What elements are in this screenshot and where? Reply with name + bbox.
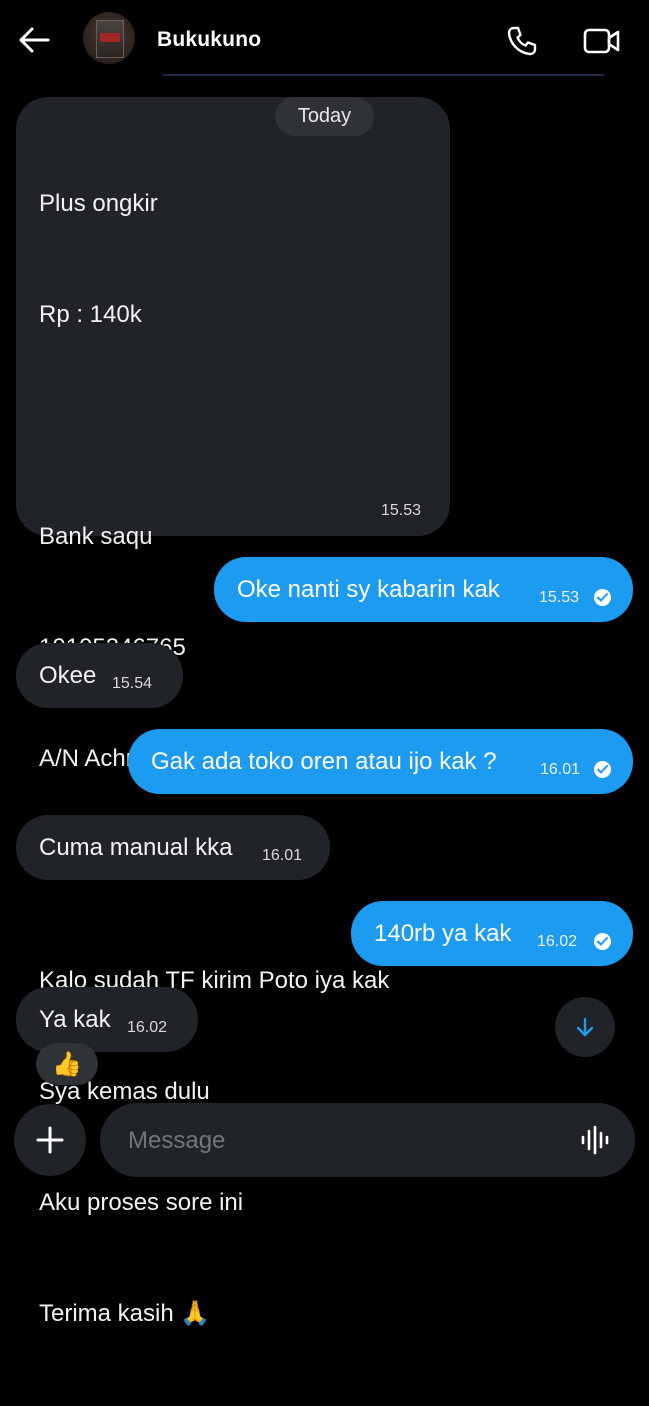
video-call-button[interactable] <box>580 22 624 60</box>
message-text: 140rb ya kak <box>374 920 512 947</box>
message-time: 16.01 <box>262 847 303 864</box>
scroll-to-bottom-button[interactable] <box>555 997 615 1057</box>
waveform-icon <box>581 1125 609 1155</box>
message-text: Oke nanti sy kabarin kak <box>237 576 500 603</box>
message-bubble-outgoing[interactable]: Oke nanti sy kabarin kak 15.53 <box>214 557 633 622</box>
read-check-icon <box>594 589 611 607</box>
message-text: Okee <box>39 662 97 689</box>
message-text: Gak ada toko oren atau ijo kak ? <box>151 748 497 775</box>
message-input[interactable] <box>126 1121 570 1161</box>
arrow-down-icon <box>576 1017 594 1037</box>
phone-icon <box>507 26 537 56</box>
message-bubble-incoming[interactable]: Cuma manual kka 16.01 <box>16 815 330 880</box>
contact-name[interactable]: Bukukuno <box>157 28 261 52</box>
read-check-icon <box>594 933 611 951</box>
message-bubble-incoming[interactable]: Okee 15.54 <box>16 643 183 708</box>
date-separator: Today <box>275 97 374 136</box>
message-time: 16.02 <box>127 1019 168 1036</box>
message-time: 16.01 <box>540 761 581 778</box>
message-time: 15.53 <box>539 589 580 606</box>
avatar[interactable] <box>83 12 135 64</box>
plus-icon <box>36 1126 64 1154</box>
back-button[interactable] <box>14 22 54 58</box>
message-time: 15.53 <box>381 502 422 519</box>
message-text: Ya kak <box>39 1006 111 1033</box>
chat-header: Bukukuno <box>0 0 649 78</box>
message-time: 16.02 <box>537 933 578 950</box>
message-bubble-outgoing[interactable]: Gak ada toko oren atau ijo kak ? 16.01 <box>128 729 633 794</box>
voice-message-button[interactable] <box>576 1120 616 1160</box>
call-button[interactable] <box>502 22 542 60</box>
message-bubble-incoming[interactable]: Plus ongkir Rp : 140k Bank saqu 10105346… <box>16 97 450 1327</box>
message-text: Cuma manual kka <box>39 834 233 861</box>
message-composer <box>100 1103 635 1177</box>
arrow-left-icon <box>19 27 50 53</box>
message-bubble-outgoing[interactable]: 140rb ya kak 16.02 <box>351 901 633 966</box>
add-attachment-button[interactable] <box>14 1104 86 1176</box>
message-time: 15.54 <box>112 675 153 692</box>
video-camera-icon <box>583 28 620 54</box>
header-divider <box>163 74 604 76</box>
reaction-badge[interactable]: 👍 <box>36 1043 98 1085</box>
message-bubble-incoming[interactable]: Ya kak 16.02 <box>16 987 198 1052</box>
read-check-icon <box>594 761 611 779</box>
